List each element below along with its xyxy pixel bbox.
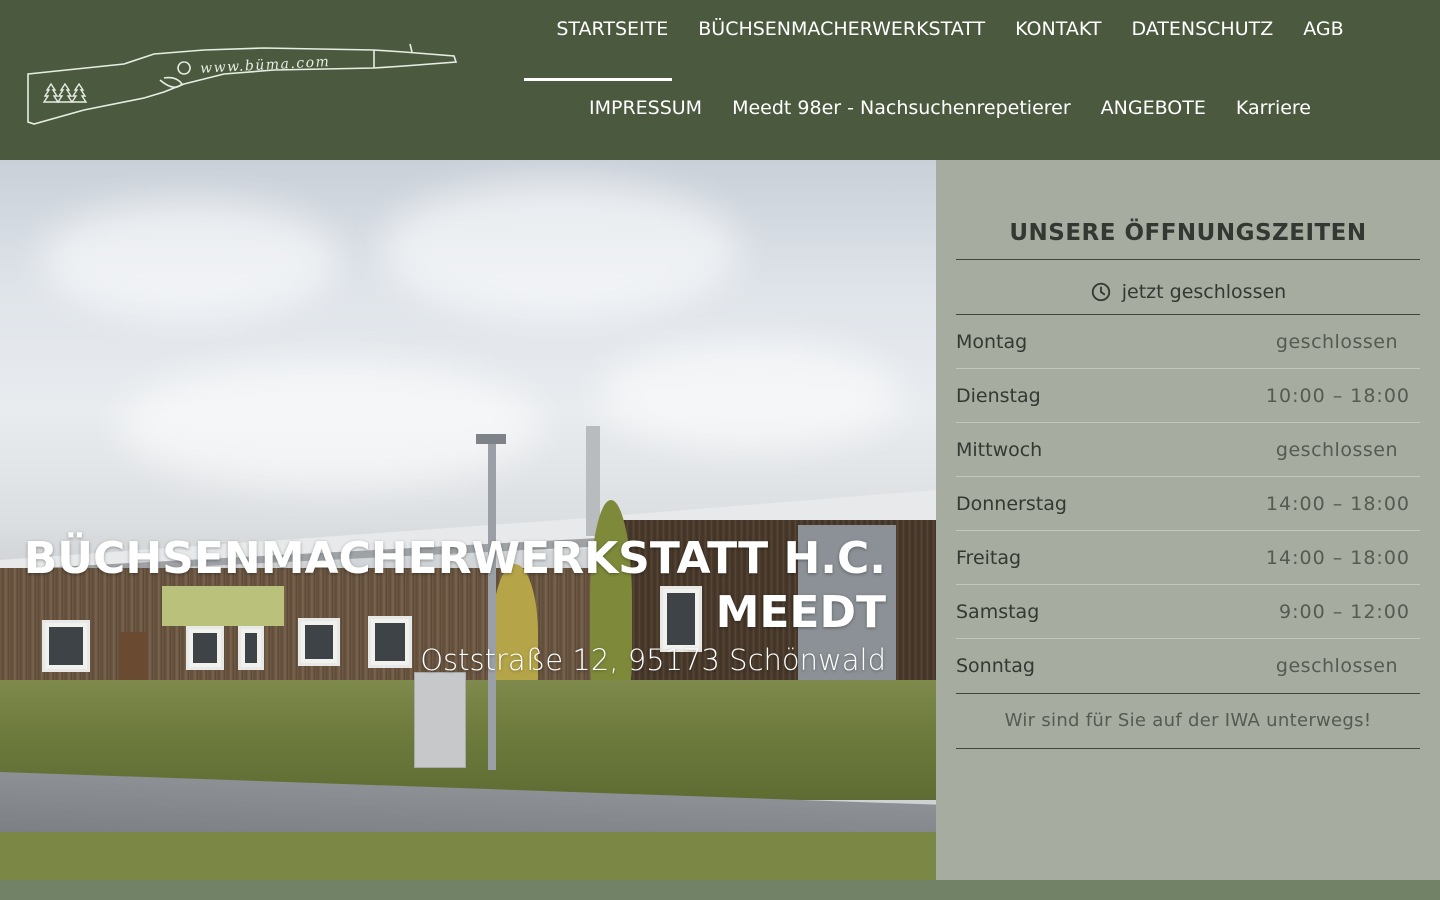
nav-item-startseite[interactable]: STARTSEITE (541, 0, 683, 60)
day-name: Donnerstag (956, 493, 1067, 515)
day-name: Montag (956, 331, 1028, 353)
site-logo[interactable]: www.büma.com (24, 40, 460, 130)
day-time: 14:00 – 18:00 (1265, 493, 1410, 515)
site-header: www.büma.com STARTSEITE BÜCHSENMACHERWER… (0, 0, 1440, 160)
day-time: geschlossen (1275, 331, 1398, 353)
opening-status: jetzt geschlossen (956, 272, 1420, 312)
hero-title: BÜCHSENMACHERWERKSTATT H.C. MEEDT (23, 533, 886, 638)
day-name: Freitag (956, 547, 1022, 569)
nav-row-2: IMPRESSUM Meedt 98er - Nachsuchenrepetie… (510, 80, 1390, 136)
day-time: 10:00 – 18:00 (1265, 385, 1410, 407)
hours-row-dienstag: Dienstag 10:00 – 18:00 (956, 369, 1420, 423)
nav-row-1: STARTSEITE BÜCHSENMACHERWERKSTATT KONTAK… (510, 0, 1390, 60)
hours-row-montag: Montag geschlossen (956, 315, 1420, 369)
opening-status-text: jetzt geschlossen (1121, 281, 1287, 303)
page-bottom-strip (0, 880, 1440, 900)
nav-item-buechsenmacherwerkstatt[interactable]: BÜCHSENMACHERWERKSTATT (683, 0, 1000, 60)
nav-item-kontakt[interactable]: KONTAKT (1000, 0, 1116, 60)
hero-address: Oststraße 12, 95173 Schönwald (420, 643, 886, 677)
day-name: Sonntag (956, 655, 1035, 677)
nav-item-agb[interactable]: AGB (1288, 0, 1358, 60)
day-name: Mittwoch (956, 439, 1043, 461)
nav-item-datenschutz[interactable]: DATENSCHUTZ (1116, 0, 1288, 60)
hours-row-mittwoch: Mittwoch geschlossen (956, 423, 1420, 477)
nav-item-karriere[interactable]: Karriere (1221, 80, 1326, 136)
day-time: geschlossen (1275, 439, 1398, 461)
hours-row-sonntag: Sonntag geschlossen (956, 639, 1420, 693)
logo-text: www.büma.com (200, 54, 331, 77)
day-name: Samstag (956, 601, 1040, 623)
main-navigation: STARTSEITE BÜCHSENMACHERWERKSTATT KONTAK… (510, 0, 1440, 160)
clock-icon (1091, 282, 1110, 302)
divider (956, 748, 1420, 749)
hours-row-donnerstag: Donnerstag 14:00 – 18:00 (956, 477, 1420, 531)
rifle-logo-icon: www.büma.com (27, 43, 458, 125)
day-time: geschlossen (1275, 655, 1398, 677)
nav-item-angebote[interactable]: ANGEBOTE (1086, 80, 1221, 136)
hours-row-freitag: Freitag 14:00 – 18:00 (956, 531, 1420, 585)
hero-section: BÜCHSENMACHERWERKSTATT H.C. MEEDT Oststr… (0, 160, 936, 880)
hours-row-samstag: Samstag 9:00 – 12:00 (956, 585, 1420, 639)
day-name: Dienstag (956, 385, 1041, 407)
opening-hours-note: Wir sind für Sie auf der IWA unterwegs! (1004, 710, 1372, 731)
day-time: 9:00 – 12:00 (1278, 601, 1410, 623)
nav-item-meedt-98er[interactable]: Meedt 98er - Nachsuchenrepetierer (717, 80, 1086, 136)
day-time: 14:00 – 18:00 (1265, 547, 1410, 569)
opening-hours-panel: UNSERE ÖFFNUNGSZEITEN jetzt geschlossen … (936, 160, 1440, 880)
nav-item-impressum[interactable]: IMPRESSUM (574, 80, 717, 136)
opening-hours-title: UNSERE ÖFFNUNGSZEITEN (1009, 220, 1367, 246)
divider (956, 259, 1420, 260)
